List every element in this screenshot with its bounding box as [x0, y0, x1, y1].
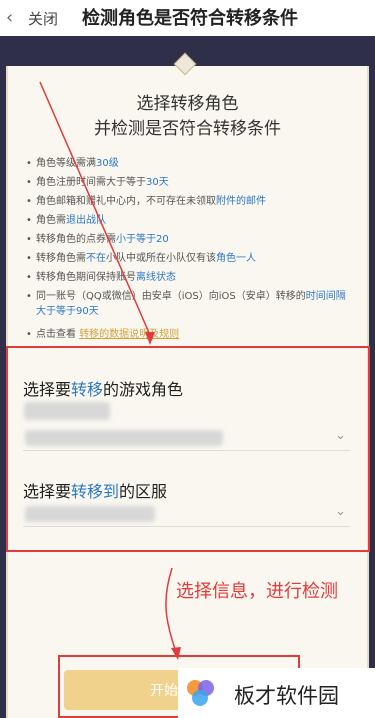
- annotation-text: 选择信息，进行检测: [176, 581, 338, 602]
- start-button-label: 开始: [150, 683, 178, 699]
- watermark-logo-icon: [187, 680, 214, 706]
- watermark-text: 板才软件园: [234, 684, 339, 708]
- annotation-arrows: [39, 81, 181, 660]
